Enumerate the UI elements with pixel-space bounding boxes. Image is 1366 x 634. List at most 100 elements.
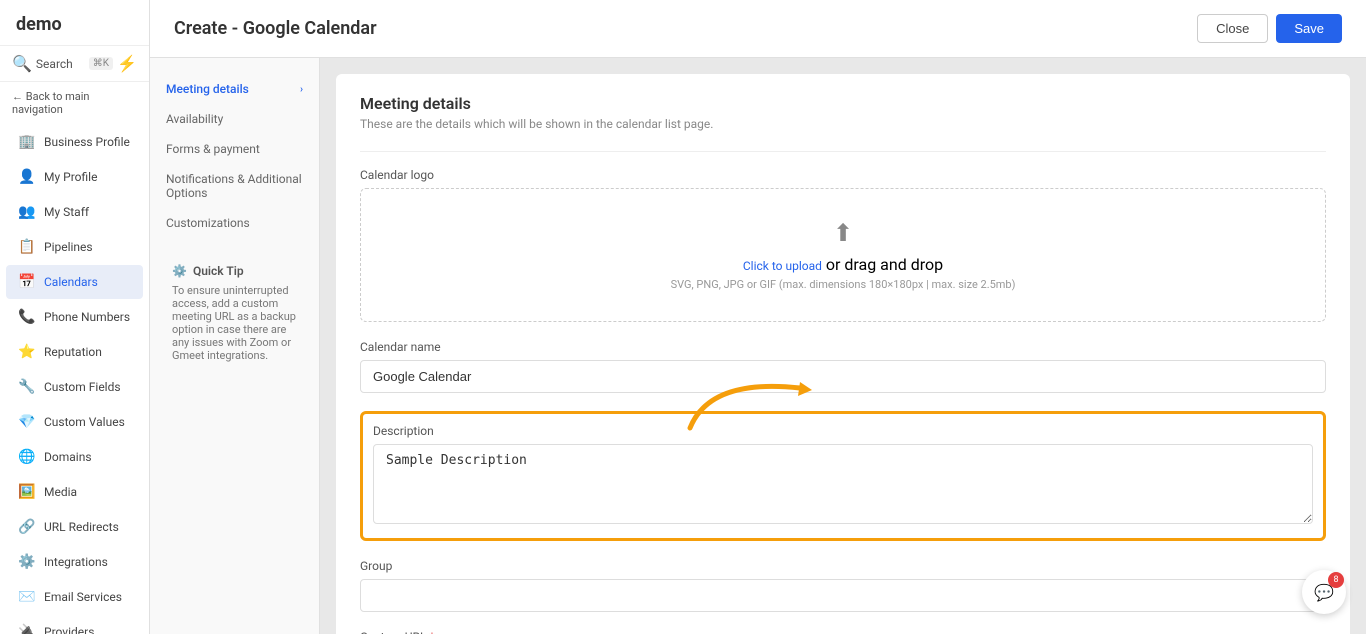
subnav-label-customizations: Customizations: [166, 216, 250, 230]
calendar-logo-label: Calendar logo: [360, 168, 1326, 182]
sidebar-label-reputation: Reputation: [44, 345, 102, 359]
sidebar-item-domains[interactable]: 🌐 Domains: [6, 440, 143, 474]
sidebar-label-pipelines: Pipelines: [44, 240, 93, 254]
search-icon: 🔍: [12, 54, 32, 73]
email-services-icon: ✉️: [18, 589, 36, 605]
description-label: Description: [373, 424, 1313, 438]
sidebar-item-providers[interactable]: 🔌 Providers: [6, 615, 143, 634]
domains-icon: 🌐: [18, 449, 36, 465]
subnav-label-meeting-details: Meeting details: [166, 82, 249, 96]
sidebar-item-reputation[interactable]: ⭐ Reputation: [6, 335, 143, 369]
sidebar-item-custom-values[interactable]: 💎 Custom Values: [6, 405, 143, 439]
header-actions: Close Save: [1197, 14, 1342, 43]
sidebar-label-my-profile: My Profile: [44, 170, 97, 184]
upload-icon: ⬆: [391, 219, 1295, 247]
description-field-highlighted: Description Sample Description: [360, 411, 1326, 541]
subnav-item-meeting-details[interactable]: Meeting details ›: [150, 74, 319, 104]
subnav-label-notifications: Notifications & Additional Options: [166, 172, 303, 200]
chat-button[interactable]: 💬 8: [1302, 570, 1346, 614]
sidebar-item-integrations[interactable]: ⚙️ Integrations: [6, 545, 143, 579]
lightning-icon: ⚡: [117, 54, 137, 73]
sidebar-label-domains: Domains: [44, 450, 92, 464]
sidebar-item-email-services[interactable]: ✉️ Email Services: [6, 580, 143, 614]
subnav-label-availability: Availability: [166, 112, 223, 126]
sidebar-item-custom-fields[interactable]: 🔧 Custom Fields: [6, 370, 143, 404]
business-profile-icon: 🏢: [18, 134, 36, 150]
sidebar-item-pipelines[interactable]: 📋 Pipelines: [6, 230, 143, 264]
reputation-icon: ⭐: [18, 344, 36, 360]
sidebar-nav: 🏢 Business Profile 👤 My Profile 👥 My Staff 📋 Pi…: [0, 124, 149, 634]
sidebar-item-business-profile[interactable]: 🏢 Business Profile: [6, 125, 143, 159]
app-logo: demo: [0, 0, 149, 46]
upload-text: Click to upload or drag and drop: [391, 255, 1295, 274]
upload-hint: SVG, PNG, JPG or GIF (max. dimensions 18…: [391, 278, 1295, 291]
media-icon: 🖼️: [18, 484, 36, 500]
form-area: Meeting details These are the details wh…: [320, 58, 1366, 634]
sidebar-label-media: Media: [44, 485, 77, 499]
custom-url-field: Custom URL * /widget/bookings/: [360, 630, 1326, 634]
calendar-logo-field: Calendar logo ⬆ Click to upload or drag …: [360, 168, 1326, 322]
my-profile-icon: 👤: [18, 169, 36, 185]
phone-numbers-icon: 📞: [18, 309, 36, 325]
chevron-icon: ›: [300, 84, 303, 95]
close-button[interactable]: Close: [1197, 14, 1268, 43]
sidebar-item-phone-numbers[interactable]: 📞 Phone Numbers: [6, 300, 143, 334]
custom-fields-icon: 🔧: [18, 379, 36, 395]
page-header: Create - Google Calendar Close Save: [150, 0, 1366, 58]
subnav-item-forms-payment[interactable]: Forms & payment: [150, 134, 319, 164]
providers-icon: 🔌: [18, 624, 36, 634]
upload-link[interactable]: Click to upload: [743, 259, 822, 273]
subnav-item-notifications[interactable]: Notifications & Additional Options: [150, 164, 319, 208]
form-content: Meeting details These are the details wh…: [336, 74, 1350, 634]
subnav-item-customizations[interactable]: Customizations: [150, 208, 319, 238]
section-title: Meeting details: [360, 94, 1326, 113]
sidebar-label-business-profile: Business Profile: [44, 135, 130, 149]
group-select[interactable]: [360, 579, 1326, 612]
sidebar-label-my-staff: My Staff: [44, 205, 89, 219]
quick-tip: ⚙️ Quick Tip To ensure uninterrupted acc…: [162, 254, 307, 372]
my-staff-icon: 👥: [18, 204, 36, 220]
calendar-name-label: Calendar name: [360, 340, 1326, 354]
custom-url-label: Custom URL *: [360, 630, 1326, 634]
upload-alt: or drag and drop: [826, 255, 943, 274]
main-area: Create - Google Calendar Close Save Meet…: [150, 0, 1366, 634]
sidebar-item-url-redirects[interactable]: 🔗 URL Redirects: [6, 510, 143, 544]
subnav-label-forms-payment: Forms & payment: [166, 142, 260, 156]
subnav: Meeting details › Availability Forms & paym…: [150, 58, 320, 634]
calendar-name-field: Calendar name: [360, 340, 1326, 393]
sidebar-item-calendars[interactable]: 📅 Calendars: [6, 265, 143, 299]
save-button[interactable]: Save: [1276, 14, 1342, 43]
sidebar-item-my-profile[interactable]: 👤 My Profile: [6, 160, 143, 194]
url-redirects-icon: 🔗: [18, 519, 36, 535]
group-field: Group: [360, 559, 1326, 612]
search-label: Search: [36, 57, 85, 71]
sidebar-item-media[interactable]: 🖼️ Media: [6, 475, 143, 509]
sidebar-label-calendars: Calendars: [44, 275, 98, 289]
sidebar-item-my-staff[interactable]: 👥 My Staff: [6, 195, 143, 229]
quick-tip-title: ⚙️ Quick Tip: [172, 264, 297, 278]
sidebar-label-email-services: Email Services: [44, 590, 122, 604]
page-title: Create - Google Calendar: [174, 18, 377, 39]
subnav-item-availability[interactable]: Availability: [150, 104, 319, 134]
sidebar-label-custom-fields: Custom Fields: [44, 380, 121, 394]
search-bar[interactable]: 🔍 Search ⌘K ⚡: [0, 46, 149, 82]
sidebar-label-custom-values: Custom Values: [44, 415, 125, 429]
calendar-name-input[interactable]: [360, 360, 1326, 393]
upload-area[interactable]: ⬆ Click to upload or drag and drop SVG, …: [360, 188, 1326, 322]
sidebar-label-integrations: Integrations: [44, 555, 108, 569]
pipelines-icon: 📋: [18, 239, 36, 255]
sidebar-label-providers: Providers: [44, 625, 94, 634]
sidebar-label-url-redirects: URL Redirects: [44, 520, 119, 534]
section-desc: These are the details which will be show…: [360, 117, 1326, 131]
integrations-icon: ⚙️: [18, 554, 36, 570]
divider: [360, 151, 1326, 152]
quick-tip-body: To ensure uninterrupted access, add a cu…: [172, 284, 297, 362]
search-kbd: ⌘K: [89, 57, 113, 70]
back-nav[interactable]: ← Back to main navigation: [0, 82, 149, 124]
group-select-wrapper: [360, 579, 1326, 612]
group-label: Group: [360, 559, 1326, 573]
custom-values-icon: 💎: [18, 414, 36, 430]
description-textarea[interactable]: Sample Description: [373, 444, 1313, 524]
sidebar-label-phone-numbers: Phone Numbers: [44, 310, 130, 324]
calendars-icon: 📅: [18, 274, 36, 290]
